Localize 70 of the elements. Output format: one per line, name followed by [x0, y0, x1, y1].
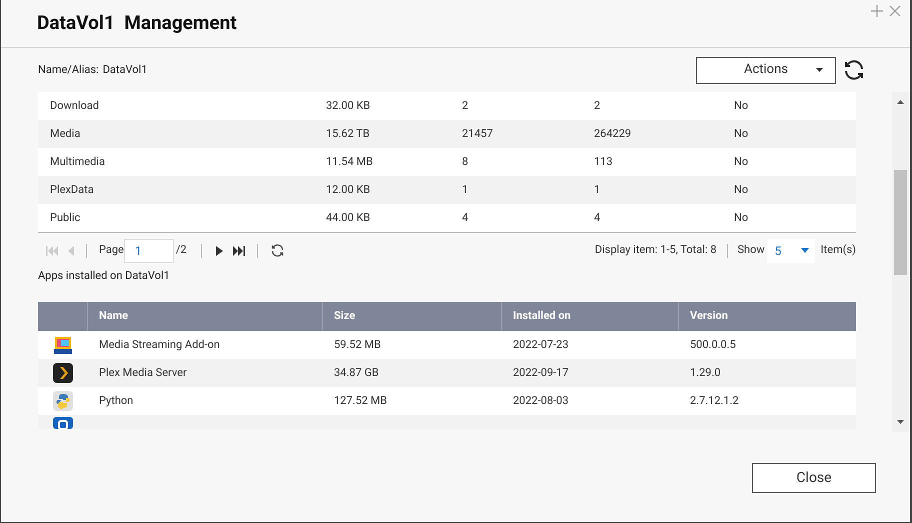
table-cell: Media	[50, 126, 80, 140]
table-cell: 264229	[594, 126, 632, 140]
table-cell: 8	[462, 154, 468, 168]
page-label: Page	[99, 242, 124, 258]
name-alias-label: Name/Alias:	[38, 62, 99, 78]
table-cell: 2.7.12.1.2	[690, 394, 739, 407]
scrollbar-thumb[interactable]	[894, 170, 907, 275]
actions-dropdown[interactable]: Actions	[696, 56, 836, 84]
table-cell: No	[734, 154, 748, 168]
table-cell: 2022-09-17	[513, 366, 569, 379]
table-cell: 2	[594, 98, 600, 112]
table-cell: 34.87 GB	[334, 366, 379, 379]
section-title: Apps installed on DataVol1	[38, 268, 170, 284]
column-header: Size	[334, 308, 356, 324]
table-cell: 1	[462, 182, 468, 196]
table-cell: Media Streaming Add-on	[99, 338, 220, 351]
column-header: Installed on	[513, 308, 571, 324]
column-header: Version	[690, 308, 728, 324]
scroll-down-icon[interactable]	[897, 420, 904, 424]
table-cell: No	[734, 210, 748, 224]
table-cell: 500.0.0.5	[690, 338, 736, 351]
items-label: Item(s)	[820, 242, 856, 258]
scroll-up-icon[interactable]	[897, 100, 904, 104]
last-page-icon[interactable]	[232, 246, 245, 256]
table-cell: Public	[50, 210, 80, 224]
refresh-icon[interactable]	[842, 58, 866, 82]
chevron-app-icon	[53, 363, 73, 383]
table-cell: 4	[594, 210, 600, 224]
caret-icon	[816, 68, 823, 72]
show-label: Show	[738, 242, 765, 258]
table-cell: 21457	[462, 126, 493, 140]
page-input[interactable]: 1	[124, 238, 174, 262]
table-cell: 127.52 MB	[334, 394, 387, 407]
table-cell: 32.00 KB	[326, 98, 370, 112]
table-cell: Download	[50, 98, 99, 112]
table-cell: Plex Media Server	[99, 366, 187, 379]
close-button[interactable]: Close	[752, 463, 876, 493]
next-page-icon[interactable]	[216, 246, 223, 256]
table-cell: 1.29.0	[690, 366, 721, 379]
table-cell: 59.52 MB	[334, 338, 381, 351]
table-cell: 4	[462, 210, 468, 224]
caret-icon	[800, 248, 809, 253]
python-icon	[53, 391, 73, 411]
table-cell: No	[734, 182, 748, 196]
scrollbar[interactable]	[892, 92, 909, 432]
table-cell: PlexData	[50, 182, 94, 196]
window-title: DataVol1 Management	[37, 10, 237, 36]
refresh-icon[interactable]	[270, 243, 285, 258]
app-icon	[53, 417, 73, 429]
column-header: Name	[99, 308, 128, 324]
page-total: /2	[176, 242, 187, 258]
table-cell: No	[734, 126, 748, 140]
table-cell: 44.00 KB	[326, 210, 370, 224]
table-cell: 2022-08-03	[513, 394, 569, 407]
table-cell: Python	[99, 394, 134, 407]
table-cell: 2	[462, 98, 468, 112]
table-cell: 15.62 TB	[326, 126, 370, 140]
table-cell: Multimedia	[50, 154, 105, 168]
table-cell: 11.54 MB	[326, 154, 373, 168]
table-cell: 113	[594, 154, 613, 168]
show-select[interactable]: 5	[766, 238, 815, 262]
plus-icon[interactable]	[870, 4, 884, 18]
close-icon[interactable]	[888, 4, 902, 18]
display-info: Display item: 1-5, Total: 8	[594, 242, 717, 258]
table-cell: No	[734, 98, 748, 112]
table-cell: 1	[594, 182, 600, 196]
table-cell: 2022-07-23	[513, 338, 569, 351]
table-cell: 12.00 KB	[326, 182, 370, 196]
app-icon	[53, 335, 73, 355]
name-alias-value: DataVol1	[102, 62, 148, 78]
